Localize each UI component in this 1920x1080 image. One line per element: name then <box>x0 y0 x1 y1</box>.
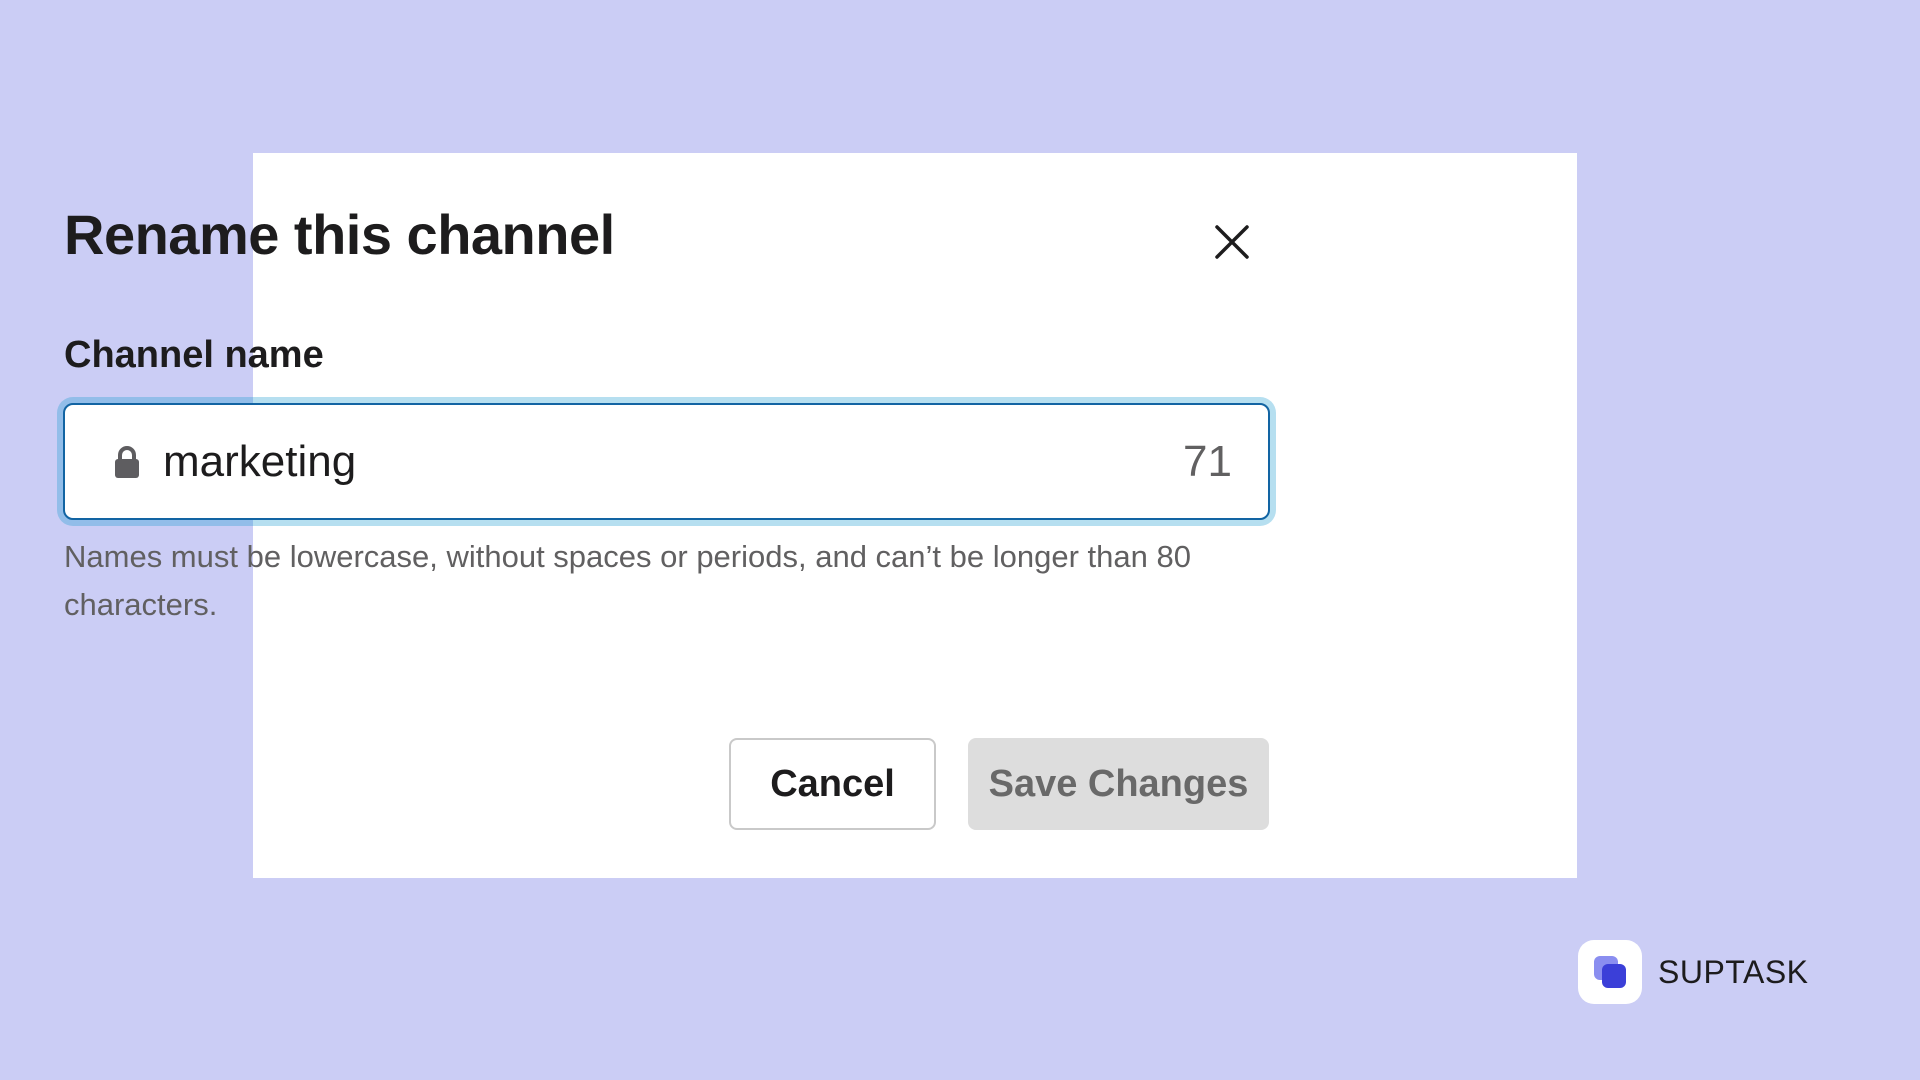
remaining-character-count: 71 <box>1183 436 1232 486</box>
channel-name-input[interactable] <box>163 431 1184 492</box>
save-changes-button[interactable]: Save Changes <box>968 738 1269 830</box>
suptask-logo-icon <box>1578 940 1642 1004</box>
modal-title: Rename this channel <box>64 203 615 266</box>
close-icon <box>1215 225 1249 259</box>
brand-watermark: SUPTASK <box>1578 940 1809 1004</box>
lock-icon <box>113 445 141 479</box>
channel-name-field[interactable]: 71 <box>63 403 1270 520</box>
brand-name: SUPTASK <box>1658 953 1809 990</box>
channel-name-helper-text: Names must be lowercase, without spaces … <box>64 539 1191 622</box>
cancel-button[interactable]: Cancel <box>729 738 936 830</box>
channel-name-label: Channel name <box>64 334 324 376</box>
close-button[interactable] <box>1208 218 1256 266</box>
